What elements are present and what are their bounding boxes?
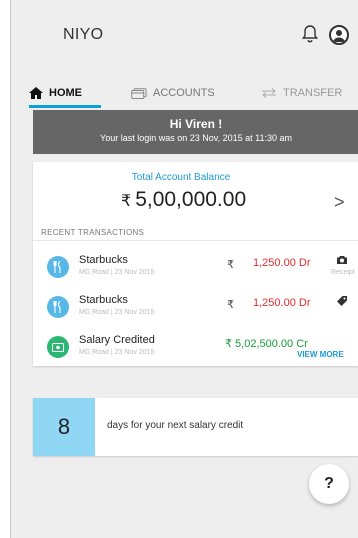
transaction-name: Starbucks: [79, 294, 128, 306]
transaction-meta: MG Road | 23 Nov 2015: [79, 269, 155, 276]
cutlery-icon: [47, 256, 69, 278]
tab-home-label: HOME: [49, 87, 82, 99]
days-count: 8: [33, 398, 95, 456]
greeting: Hi Viren !: [169, 117, 223, 131]
phone-frame: NIYO HOME ACCOUNTS TRANSFER Hi Viren ! Y…: [10, 0, 358, 538]
balance-label: Total Account Balance: [131, 172, 231, 183]
chevron-right-icon[interactable]: >: [334, 192, 345, 213]
view-more-link[interactable]: VIEW MORE: [297, 350, 344, 359]
tag-icon: [337, 296, 347, 306]
transaction-row[interactable]: Starbucks MG Road | 23 Nov 2015 ₹ 1,250.…: [33, 246, 358, 286]
transaction-meta: MG Road | 23 Nov 2015: [79, 349, 155, 356]
transaction-name: Starbucks: [79, 254, 128, 266]
receipt-label: Receipt: [331, 269, 355, 276]
transfer-icon: [262, 88, 276, 98]
active-tab-indicator: [29, 105, 101, 108]
transaction-amount: 1,250.00 Dr: [253, 257, 311, 269]
tab-transfer-label: TRANSFER: [283, 87, 343, 99]
profile-icon[interactable]: [329, 25, 349, 45]
recent-transactions-title: RECENT TRANSACTIONS: [41, 228, 145, 237]
tab-accounts-label: ACCOUNTS: [153, 87, 215, 99]
last-login-text: Your last login was on 23 Nov, 2015 at 1…: [100, 133, 292, 143]
home-icon: [29, 87, 43, 99]
salary-countdown-text: days for your next salary credit: [107, 420, 244, 431]
tag-button[interactable]: [331, 295, 353, 310]
balance-card: Total Account Balance ₹5,00,000.00 > REC…: [33, 162, 358, 366]
balance-value: ₹5,00,000.00: [121, 188, 246, 212]
app-header: NIYO: [11, 0, 358, 68]
tab-transfer[interactable]: TRANSFER: [261, 78, 342, 108]
salary-countdown-card[interactable]: 8 days for your next salary credit: [33, 398, 358, 456]
card-icon: [131, 87, 147, 99]
rupee-symbol: ₹: [227, 259, 234, 271]
transaction-row[interactable]: Salary Credited MG Road | 23 Nov 2015 ₹ …: [33, 326, 358, 366]
cutlery-icon: [47, 296, 69, 318]
money-icon: [47, 336, 69, 358]
transaction-amount: ₹ 5,02,500.00 Cr: [225, 338, 308, 350]
tab-bar: HOME ACCOUNTS TRANSFER: [11, 78, 358, 108]
transaction-name: Salary Credited: [79, 334, 155, 346]
rupee-symbol: ₹: [121, 193, 132, 210]
transaction-meta: MG Road | 23 Nov 2015: [79, 309, 155, 316]
tab-accounts[interactable]: ACCOUNTS: [131, 78, 215, 108]
divider: [33, 240, 358, 241]
camera-icon: [337, 256, 347, 264]
rupee-symbol: ₹: [227, 299, 234, 311]
welcome-banner: Hi Viren ! Your last login was on 23 Nov…: [33, 110, 358, 154]
app-title: NIYO: [63, 26, 104, 43]
transaction-row[interactable]: Starbucks MG Road | 23 Nov 2015 ₹ 1,250.…: [33, 286, 358, 326]
tab-home[interactable]: HOME: [29, 78, 82, 108]
balance-amount: 5,00,000.00: [135, 188, 247, 211]
receipt-button[interactable]: Receipt: [331, 255, 355, 276]
transaction-amount: 1,250.00 Dr: [253, 297, 311, 309]
bell-icon[interactable]: [301, 24, 319, 44]
help-button[interactable]: ?: [309, 464, 349, 504]
